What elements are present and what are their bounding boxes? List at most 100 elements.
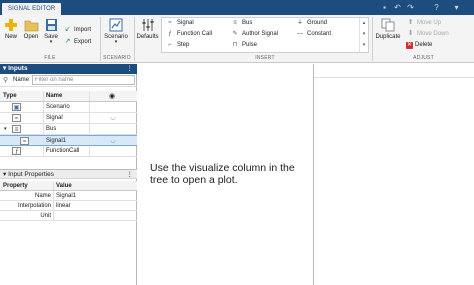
column-divider (89, 146, 90, 156)
defaults-button[interactable]: Defaults (135, 18, 160, 40)
insert-function-call-item[interactable]: ƒ Function Call (165, 30, 212, 39)
row-name: Signal (46, 115, 63, 121)
table-row[interactable]: ▣ Scenario (0, 102, 137, 113)
delete-button[interactable]: ✕ Delete (406, 41, 432, 50)
property-value-field[interactable]: Signal1 (56, 191, 76, 200)
filter-input[interactable] (32, 75, 135, 85)
tab-signal-editor[interactable]: SIGNAL EDITOR (2, 3, 62, 15)
insert-author-signal-label: Author Signal (242, 31, 279, 37)
plot-area: Use the visualize column in the tree to … (138, 64, 312, 285)
insert-author-signal-item[interactable]: ✎ Author Signal (230, 30, 278, 39)
filter-row: ⚲ Name (0, 74, 137, 87)
export-icon: ↗ (64, 38, 71, 45)
duplicate-button[interactable]: Duplicate (373, 18, 403, 40)
column-type-header: Type (3, 93, 17, 99)
row-name: Signal1 (46, 138, 67, 144)
defaults-button-label: Defaults (136, 34, 159, 40)
property-name: Unit (40, 213, 51, 219)
property-name: Name (34, 193, 51, 199)
search-icon: ⚲ (3, 77, 9, 84)
input-properties-title: Input Properties (8, 171, 54, 178)
save-dropdown-icon[interactable]: ▾ (42, 40, 60, 45)
section-insert-label: INSERT (255, 55, 275, 61)
import-button[interactable]: ↙ Import (63, 25, 91, 34)
insert-step-item[interactable]: ⌐ Step (165, 41, 189, 50)
save-quick-icon[interactable]: ▪ (380, 3, 389, 12)
column-name-header: Name (46, 93, 63, 99)
table-row[interactable]: ≈ Signal ◡ (0, 113, 137, 124)
visualize-toggle-icon[interactable]: ◡ (107, 136, 119, 145)
export-button[interactable]: ↗ Export (63, 37, 92, 46)
duplicate-icon (381, 18, 395, 32)
tree-header-row: Type Name ◉ (0, 91, 137, 102)
scenario-dropdown-icon[interactable]: ▾ (101, 40, 131, 45)
visualize-toggle-icon[interactable]: ◡ (107, 113, 119, 123)
property-row: Name Signal1 (0, 191, 137, 201)
undo-icon[interactable]: ↶ (393, 3, 402, 12)
right-panel (313, 64, 474, 285)
signal-icon: ≈ (20, 137, 29, 145)
properties-menu-icon[interactable]: ⋮ (127, 170, 134, 180)
section-adjust-label: ADJUST (413, 55, 434, 61)
import-button-label: Import (74, 27, 92, 33)
signal-icon: ≈ (12, 114, 21, 122)
property-row: Unit (0, 211, 137, 221)
insert-constant-item[interactable]: — Constant (295, 30, 331, 39)
table-row[interactable]: ▾ ≡ Bus (0, 124, 137, 135)
chevron-down-icon[interactable]: ▾ (360, 29, 368, 40)
property-name: Interpolation (17, 203, 51, 209)
new-button[interactable]: New (2, 18, 20, 40)
left-panel: ▾ Inputs ⋮ ⚲ Name Type Name ◉ ▣ Scenario… (0, 64, 137, 285)
row-name: Scenario (46, 104, 70, 110)
expand-gallery-icon[interactable]: ▾ (360, 40, 368, 51)
constant-icon: — (297, 31, 303, 37)
chevron-up-icon[interactable]: ▴ (360, 18, 368, 29)
table-row[interactable]: ƒ FunctionCall (0, 146, 137, 157)
row-name: FunctionCall (46, 148, 80, 154)
gallery-scroll[interactable]: ▴ ▾ ▾ (359, 18, 368, 52)
scenario-icon (109, 18, 123, 32)
table-row-selected[interactable]: ≈ Signal1 ◡ (0, 135, 137, 146)
save-button[interactable]: Save ▾ (42, 18, 60, 45)
insert-function-call-label: Function Call (177, 31, 213, 37)
move-up-label: Move Up (417, 20, 442, 26)
insert-pulse-item[interactable]: ⊓ Pulse (230, 41, 257, 50)
column-divider (89, 102, 90, 112)
expand-icon[interactable]: ▾ (4, 124, 7, 134)
collapse-ribbon-icon[interactable]: ▾ (452, 3, 461, 12)
column-divider (89, 136, 90, 145)
move-up-button[interactable]: ⬆ Move Up (406, 18, 441, 27)
insert-ground-item[interactable]: ⏚ Ground (295, 19, 327, 28)
visualize-column-header-icon[interactable]: ◉ (107, 91, 117, 101)
function-icon: ƒ (168, 31, 172, 37)
open-button[interactable]: Open (21, 18, 41, 40)
help-icon[interactable]: ? (432, 3, 441, 12)
save-disk-icon (45, 19, 57, 31)
column-divider (53, 191, 54, 200)
column-divider (89, 124, 90, 134)
inputs-menu-icon[interactable]: ⋮ (127, 64, 134, 74)
inputs-panel-title: Inputs (8, 65, 28, 72)
bus-icon: ≡ (12, 125, 21, 133)
signal-icon: ≈ (168, 20, 172, 26)
function-call-icon: ƒ (12, 147, 21, 155)
insert-bus-item[interactable]: ≡ Bus (230, 19, 252, 28)
property-row: Interpolation linear (0, 201, 137, 211)
column-value-header: Value (56, 183, 72, 189)
insert-constant-label: Constant (307, 31, 332, 37)
column-divider (43, 113, 44, 123)
column-divider (53, 201, 54, 210)
new-button-label: New (4, 34, 17, 40)
scenario-button[interactable]: Scenario ▾ (101, 18, 131, 45)
insert-signal-label: Signal (177, 20, 194, 26)
import-icon: ↙ (64, 26, 71, 33)
insert-bus-label: Bus (242, 20, 253, 26)
insert-step-label: Step (177, 42, 190, 48)
redo-icon[interactable]: ↷ (406, 3, 415, 12)
insert-signal-item[interactable]: ≈ Signal (165, 19, 194, 28)
move-down-label: Move Down (417, 31, 449, 37)
move-down-button[interactable]: ⬇ Move Down (406, 29, 449, 38)
column-divider (89, 91, 90, 101)
property-value-field[interactable]: linear (56, 201, 71, 210)
column-divider (53, 211, 54, 220)
